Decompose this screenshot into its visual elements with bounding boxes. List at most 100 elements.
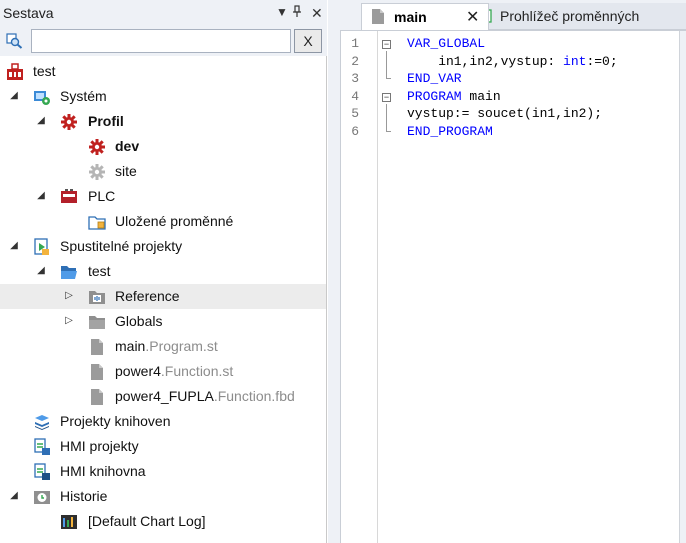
code-line-1: VAR_GLOBAL	[407, 36, 486, 51]
tree-item-hmi-projects[interactable]: HMI projekty	[0, 434, 326, 459]
file-icon	[88, 338, 106, 356]
tree-item-label: dev	[115, 138, 140, 154]
tree-item-plc[interactable]: ◢ PLC	[0, 184, 326, 209]
gear-red-icon	[60, 113, 78, 131]
tree-item-label: Projekty knihoven	[60, 413, 171, 429]
line-number: 4	[351, 89, 359, 104]
file-icon	[371, 8, 385, 28]
panel-header: Sestava ▼ ✕	[0, 0, 327, 26]
tree-item-reference[interactable]: ▷ Reference	[0, 284, 326, 309]
line-number-gutter: 1 2 3 4 5 6	[341, 31, 367, 543]
tree-item-label: main.Program.st	[115, 338, 218, 354]
saved-variables-icon	[88, 213, 106, 231]
tree-item-label: PLC	[88, 188, 116, 204]
system-icon	[33, 88, 51, 106]
chart-log-icon	[60, 513, 78, 531]
tree-item-label: test	[33, 63, 56, 79]
expanded-arrow-icon[interactable]: ◢	[35, 190, 47, 202]
expanded-arrow-icon[interactable]: ◢	[8, 490, 20, 502]
code-line-4: PROGRAM main	[407, 89, 501, 104]
fold-end-mark	[386, 131, 391, 132]
history-icon	[33, 488, 51, 506]
tab-label: main	[394, 9, 427, 25]
expanded-arrow-icon[interactable]: ◢	[35, 265, 47, 277]
pin-icon[interactable]	[292, 5, 302, 21]
editor-scrollbar[interactable]	[679, 31, 686, 543]
tab-bar: Prohlížeč proměnných main ✕	[328, 0, 686, 30]
fold-toggle-icon[interactable]: −	[382, 93, 391, 102]
gear-red-icon	[88, 138, 106, 156]
tree-item-power4-fupla[interactable]: power4_FUPLA.Function.fbd	[0, 384, 326, 409]
tab-label: Prohlížeč proměnných	[500, 8, 640, 24]
tree-item-saved-variables[interactable]: Uložené proměnné	[0, 209, 326, 234]
line-number: 1	[351, 36, 359, 51]
panel-menu-icon[interactable]: ▼	[276, 5, 288, 19]
code-line-3: END_VAR	[407, 71, 462, 86]
close-icon[interactable]: ✕	[311, 5, 323, 22]
tree-item-label: Systém	[60, 88, 107, 104]
tab-main[interactable]: main ✕	[361, 3, 489, 30]
tree-item-test-folder[interactable]: ◢ test	[0, 259, 326, 284]
search-clear-button[interactable]: X	[294, 29, 322, 53]
code-line-6: END_PROGRAM	[407, 124, 493, 139]
tree-item-label: HMI projekty	[60, 438, 139, 454]
fold-guide	[386, 51, 387, 79]
tree-item-history[interactable]: ◢ Historie	[0, 484, 326, 509]
tree-item-label: Spustitelné projekty	[60, 238, 183, 254]
tree-item-label: site	[115, 163, 137, 179]
line-number: 3	[351, 71, 359, 86]
line-number: 2	[351, 54, 359, 69]
collapsed-arrow-icon[interactable]: ▷	[63, 315, 75, 327]
file-extension: .Function.fbd	[213, 388, 295, 404]
tree-item-library-projects[interactable]: Projekty knihoven	[0, 409, 326, 434]
expanded-arrow-icon[interactable]: ◢	[8, 90, 20, 102]
hmi-library-icon	[33, 463, 51, 481]
tree-item-default-chart-log[interactable]: [Default Chart Log]	[0, 509, 326, 534]
library-projects-icon	[33, 413, 51, 431]
close-tab-icon[interactable]: ✕	[466, 7, 479, 27]
panel-title: Sestava	[3, 5, 54, 21]
tree-item-site[interactable]: site	[0, 159, 326, 184]
search-row: X	[0, 26, 327, 56]
tree-item-label: Uložené proměnné	[115, 213, 234, 229]
tree-item-test-root[interactable]: test	[0, 59, 326, 84]
tree-item-dev[interactable]: dev	[0, 134, 326, 159]
tree-item-globals[interactable]: ▷ Globals	[0, 309, 326, 334]
file-icon	[88, 363, 106, 381]
fold-guide	[386, 104, 387, 132]
tree-item-label: Reference	[115, 288, 180, 304]
tree-item-profil[interactable]: ◢ Profil	[0, 109, 326, 134]
tree-item-label: test	[88, 263, 111, 279]
tree-item-system[interactable]: ◢ Systém	[0, 84, 326, 109]
search-input[interactable]	[31, 29, 291, 53]
folder-icon	[88, 313, 106, 331]
gear-grey-icon	[88, 163, 106, 181]
tree-item-label: Globals	[115, 313, 163, 329]
tree-item-label: Historie	[60, 488, 108, 504]
tree-item-hmi-library[interactable]: HMI knihovna	[0, 459, 326, 484]
code-line-5: vystup:= soucet(in1,in2);	[407, 106, 603, 121]
solution-panel: Sestava ▼ ✕ X test ◢ Systém ◢ Profil dev…	[0, 0, 327, 543]
tree-item-power4[interactable]: power4.Function.st	[0, 359, 326, 384]
file-icon	[88, 388, 106, 406]
expanded-arrow-icon[interactable]: ◢	[8, 240, 20, 252]
folder-open-icon	[60, 263, 78, 281]
expanded-arrow-icon[interactable]: ◢	[35, 115, 47, 127]
code-line-2: in1,in2,vystup: int:=0;	[407, 54, 618, 69]
fold-toggle-icon[interactable]: −	[382, 40, 391, 49]
tree-item-label: [Default Chart Log]	[88, 513, 206, 529]
tree-item-executable-projects[interactable]: ◢ Spustitelné projekty	[0, 234, 326, 259]
file-extension: .Function.st	[160, 363, 234, 379]
line-number: 5	[351, 106, 359, 121]
tree-item-label: HMI knihovna	[60, 463, 146, 479]
gutter-divider	[377, 31, 378, 543]
editor-area: Prohlížeč proměnných main ✕ 1 2 3 4 5 6 …	[328, 0, 686, 543]
tab-variable-viewer[interactable]: Prohlížeč proměnných	[468, 3, 686, 30]
tree-item-main-program[interactable]: main.Program.st	[0, 334, 326, 359]
file-extension: .Program.st	[145, 338, 218, 354]
code-editor[interactable]: 1 2 3 4 5 6 − − VAR_GLOBAL in1,in2,vystu…	[340, 30, 686, 543]
project-root-icon	[6, 63, 24, 81]
collapsed-arrow-icon[interactable]: ▷	[63, 290, 75, 302]
search-icon	[6, 33, 23, 52]
tree-item-label: Profil	[88, 113, 124, 129]
